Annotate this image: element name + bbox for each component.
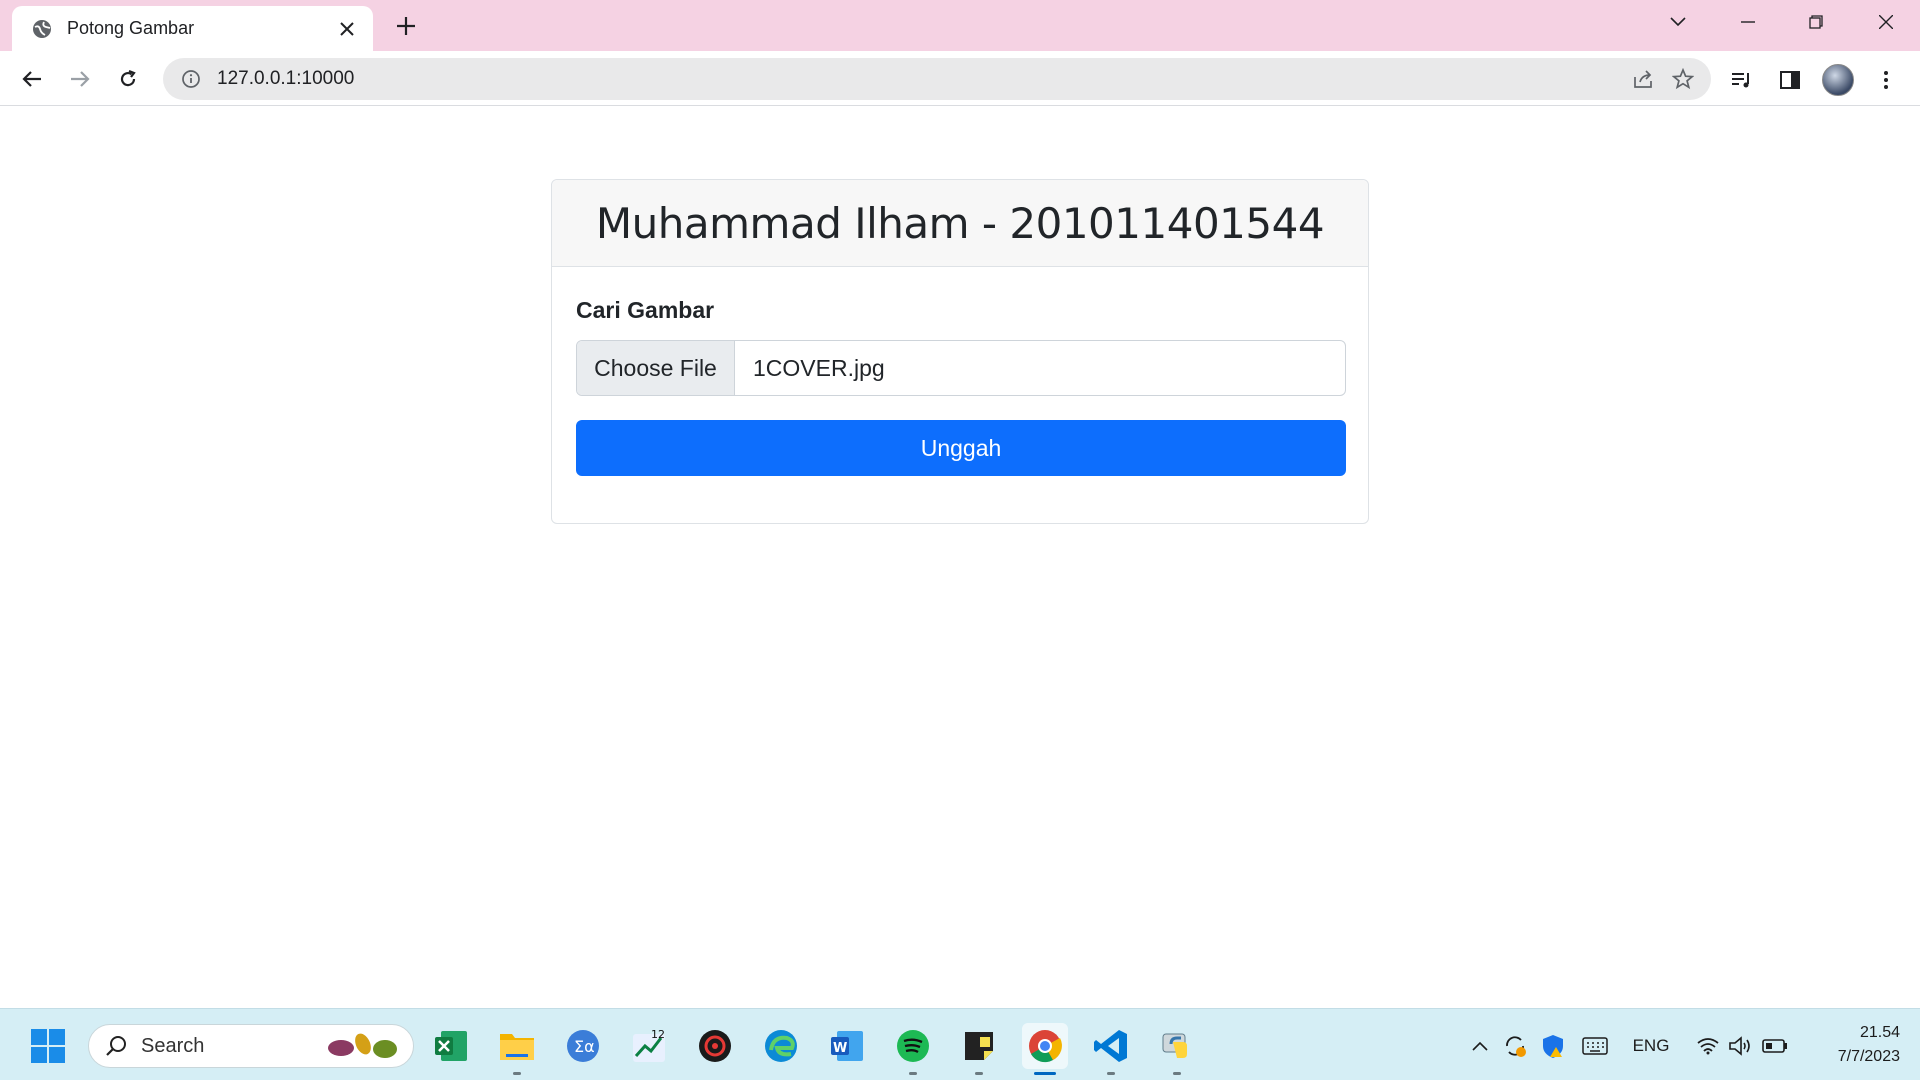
sticky-notes-icon[interactable] (956, 1023, 1002, 1075)
search-icon (105, 1035, 127, 1057)
stocks-app-icon[interactable]: 12 (626, 1023, 672, 1069)
card-header: Muhammad Ilham - 201011401544 (552, 180, 1368, 267)
sync-icon[interactable] (1500, 1031, 1530, 1061)
avatar (1822, 64, 1854, 96)
vscode-icon[interactable] (1088, 1023, 1134, 1075)
svg-text:Σα: Σα (574, 1037, 595, 1056)
browser-titlebar: Potong Gambar (0, 0, 1920, 51)
media-control-icon[interactable] (1722, 60, 1762, 100)
running-indicator (1173, 1072, 1181, 1075)
page-title: Muhammad Ilham - 201011401544 (595, 198, 1325, 248)
clock-time: 21.54 (1859, 1024, 1900, 1041)
start-button[interactable] (25, 1023, 71, 1069)
search-highlight-icon (325, 1031, 405, 1061)
running-indicator (1107, 1072, 1115, 1075)
address-bar[interactable]: 127.0.0.1:10000 (163, 58, 1711, 100)
running-indicator (975, 1072, 983, 1075)
upload-card: Muhammad Ilham - 201011401544 Cari Gamba… (551, 179, 1369, 524)
taskbar-search[interactable]: Search (88, 1024, 414, 1068)
word-icon[interactable]: W (824, 1023, 870, 1069)
math-app-icon[interactable]: Σα (560, 1023, 606, 1069)
forward-button[interactable] (63, 62, 97, 96)
python-icon[interactable] (1154, 1023, 1200, 1075)
upload-button[interactable]: Unggah (576, 420, 1346, 476)
file-input[interactable]: Choose File 1COVER.jpg (576, 340, 1346, 396)
choose-file-button[interactable]: Choose File (577, 341, 735, 395)
new-tab-button[interactable] (390, 10, 422, 42)
tab-search-icon[interactable] (1650, 6, 1706, 38)
volume-icon[interactable] (1726, 1031, 1754, 1061)
clock-date: 7/7/2023 (1837, 1048, 1900, 1065)
svg-text:W: W (833, 1041, 847, 1056)
file-explorer-icon[interactable] (494, 1023, 540, 1075)
side-panel-icon[interactable] (1770, 60, 1810, 100)
close-window-button[interactable] (1858, 6, 1914, 38)
browser-tab[interactable]: Potong Gambar (12, 6, 373, 51)
share-icon[interactable] (1623, 59, 1663, 99)
info-icon[interactable] (179, 67, 203, 91)
selected-file-name: 1COVER.jpg (753, 354, 885, 381)
running-indicator (513, 1072, 521, 1075)
battery-icon[interactable] (1760, 1031, 1790, 1061)
chrome-icon[interactable] (1022, 1023, 1068, 1075)
active-indicator (1034, 1072, 1056, 1075)
tab-title: Potong Gambar (67, 18, 195, 38)
restore-button[interactable] (1788, 6, 1844, 38)
close-tab-icon[interactable] (333, 15, 361, 43)
bookmark-star-icon[interactable] (1663, 59, 1703, 99)
browser-toolbar: 127.0.0.1:10000 (0, 51, 1920, 106)
back-button[interactable] (15, 62, 49, 96)
running-indicator (909, 1072, 917, 1075)
defender-shield-icon[interactable] (1538, 1031, 1568, 1061)
spotify-icon[interactable] (890, 1023, 936, 1075)
security-app-icon[interactable] (692, 1023, 738, 1069)
language-indicator[interactable]: ENG (1628, 1031, 1674, 1061)
system-clock[interactable]: 21.54 7/7/2023 (1800, 1021, 1900, 1069)
keyboard-icon[interactable] (1578, 1031, 1612, 1061)
url-text[interactable]: 127.0.0.1:10000 (217, 68, 1623, 90)
menu-kebab-icon[interactable] (1866, 60, 1906, 100)
profile-avatar[interactable] (1818, 60, 1858, 100)
minimize-button[interactable] (1720, 6, 1776, 38)
taskbar: Search Σα 12 W ENG 21.54 7/7/2023 (0, 1008, 1920, 1080)
reload-button[interactable] (111, 62, 145, 96)
wifi-icon[interactable] (1694, 1031, 1722, 1061)
search-placeholder: Search (141, 1034, 205, 1057)
edge-icon[interactable] (758, 1023, 804, 1069)
chevron-up-icon[interactable] (1468, 1031, 1492, 1061)
svg-text:12: 12 (651, 1028, 665, 1041)
globe-icon (31, 18, 53, 40)
file-input-label: Cari Gambar (576, 297, 715, 323)
excel-icon[interactable] (428, 1023, 474, 1069)
